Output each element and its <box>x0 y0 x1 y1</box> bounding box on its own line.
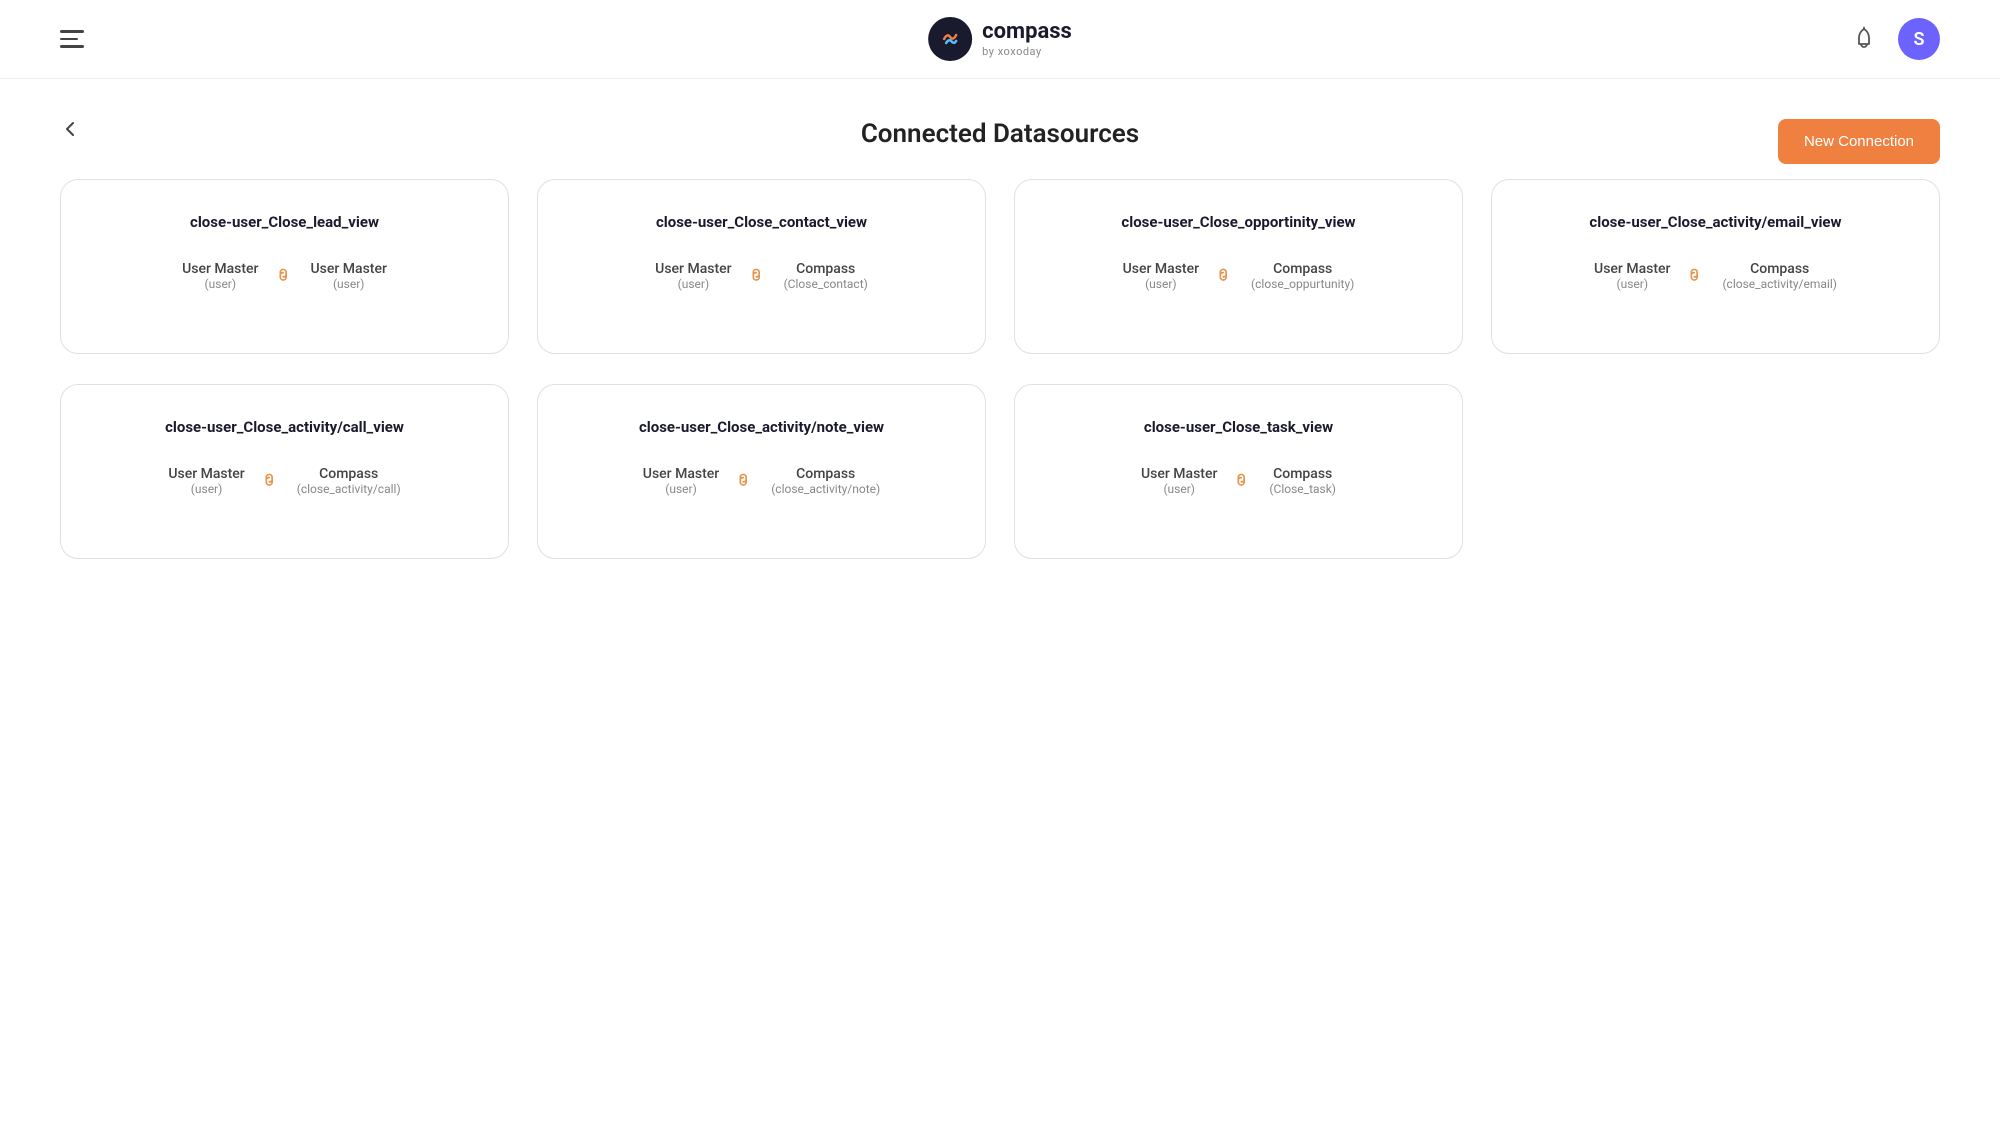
source-sub: (user) <box>1163 482 1195 496</box>
connection-source: User Master (user) <box>1594 261 1670 291</box>
target-name: Compass <box>796 466 855 482</box>
header-right: S <box>1846 18 1940 60</box>
card-title: close-user_Close_contact_view <box>562 212 961 233</box>
cards-grid-row1: close-user_Close_lead_view User Master (… <box>60 179 1940 354</box>
link-icon <box>729 465 761 497</box>
target-sub: (Close_contact) <box>784 277 868 291</box>
connection-source: User Master (user) <box>1123 261 1199 291</box>
connection-source: User Master (user) <box>655 261 731 291</box>
source-sub: (user) <box>205 277 237 291</box>
connection-card: close-user_Close_task_view User Master (… <box>1014 384 1463 559</box>
target-name: Compass <box>1750 261 1809 277</box>
connection-card: close-user_Close_contact_view User Maste… <box>537 179 986 354</box>
target-sub: (close_activity/call) <box>297 482 401 496</box>
cards-grid-row2: close-user_Close_activity/call_view User… <box>60 384 1940 559</box>
connection-card: close-user_Close_activity/note_view User… <box>537 384 986 559</box>
connection-source: User Master (user) <box>1141 466 1217 496</box>
logo-area: compass by xoxoday <box>928 17 1072 61</box>
logo-text: compass by xoxoday <box>982 20 1072 57</box>
source-sub: (user) <box>1145 277 1177 291</box>
card-connection: User Master (user) User Master (user) <box>85 261 484 291</box>
link-icon <box>269 260 301 292</box>
card-title: close-user_Close_activity/note_view <box>562 417 961 438</box>
connection-target: User Master (user) <box>311 261 387 291</box>
connection-source: User Master (user) <box>168 466 244 496</box>
source-sub: (user) <box>191 482 223 496</box>
back-button[interactable] <box>60 119 80 139</box>
target-name: Compass <box>1273 261 1332 277</box>
link-icon <box>1228 465 1260 497</box>
connection-target: Compass (Close_task) <box>1269 466 1336 496</box>
card-connection: User Master (user) Compass (Close_task) <box>1039 466 1438 496</box>
card-title: close-user_Close_activity/email_view <box>1516 212 1915 233</box>
main-content: Connected Datasources New Connection clo… <box>0 79 2000 599</box>
target-sub: (Close_task) <box>1269 482 1336 496</box>
target-name: Compass <box>319 466 378 482</box>
new-connection-button[interactable]: New Connection <box>1778 119 1940 164</box>
target-sub: (close_oppurtunity) <box>1251 277 1354 291</box>
connection-card: close-user_Close_opportinity_view User M… <box>1014 179 1463 354</box>
connection-target: Compass (close_activity/call) <box>297 466 401 496</box>
link-icon <box>255 465 287 497</box>
logo-icon <box>928 17 972 61</box>
source-name: User Master <box>168 466 244 482</box>
card-title: close-user_Close_lead_view <box>85 212 484 233</box>
target-sub: (close_activity/email) <box>1722 277 1837 291</box>
connection-source: User Master (user) <box>643 466 719 496</box>
target-name: Compass <box>1273 466 1332 482</box>
source-sub: (user) <box>678 277 710 291</box>
card-title: close-user_Close_task_view <box>1039 417 1438 438</box>
link-icon <box>742 260 774 292</box>
connection-target: Compass (close_activity/note) <box>771 466 880 496</box>
target-name: User Master <box>311 261 387 277</box>
connection-card: close-user_Close_activity/email_view Use… <box>1491 179 1940 354</box>
header-left <box>60 30 84 48</box>
source-name: User Master <box>1123 261 1199 277</box>
connection-target: Compass (close_oppurtunity) <box>1251 261 1354 291</box>
page-title: Connected Datasources <box>60 119 1940 149</box>
card-connection: User Master (user) Compass (close_activi… <box>562 466 961 496</box>
target-name: Compass <box>796 261 855 277</box>
source-name: User Master <box>655 261 731 277</box>
card-connection: User Master (user) Compass (Close_contac… <box>562 261 961 291</box>
card-connection: User Master (user) Compass (close_activi… <box>1516 261 1915 291</box>
connection-source: User Master (user) <box>182 261 258 291</box>
connection-target: Compass (close_activity/email) <box>1722 261 1837 291</box>
link-icon <box>1209 260 1241 292</box>
target-sub: (user) <box>333 277 365 291</box>
card-connection: User Master (user) Compass (close_activi… <box>85 466 484 496</box>
source-name: User Master <box>643 466 719 482</box>
card-title: close-user_Close_opportinity_view <box>1039 212 1438 233</box>
header: compass by xoxoday S <box>0 0 2000 79</box>
source-sub: (user) <box>665 482 697 496</box>
connection-card: close-user_Close_lead_view User Master (… <box>60 179 509 354</box>
connection-target: Compass (Close_contact) <box>784 261 868 291</box>
source-name: User Master <box>1141 466 1217 482</box>
notification-bell-icon[interactable] <box>1846 21 1882 57</box>
connection-card: close-user_Close_activity/call_view User… <box>60 384 509 559</box>
source-name: User Master <box>1594 261 1670 277</box>
link-icon <box>1681 260 1713 292</box>
card-connection: User Master (user) Compass (close_oppurt… <box>1039 261 1438 291</box>
source-sub: (user) <box>1616 277 1648 291</box>
logo-sub: by xoxoday <box>982 45 1072 58</box>
target-sub: (close_activity/note) <box>771 482 880 496</box>
hamburger-menu-icon[interactable] <box>60 30 84 48</box>
logo-name: compass <box>982 20 1072 44</box>
card-title: close-user_Close_activity/call_view <box>85 417 484 438</box>
user-avatar[interactable]: S <box>1898 18 1940 60</box>
source-name: User Master <box>182 261 258 277</box>
